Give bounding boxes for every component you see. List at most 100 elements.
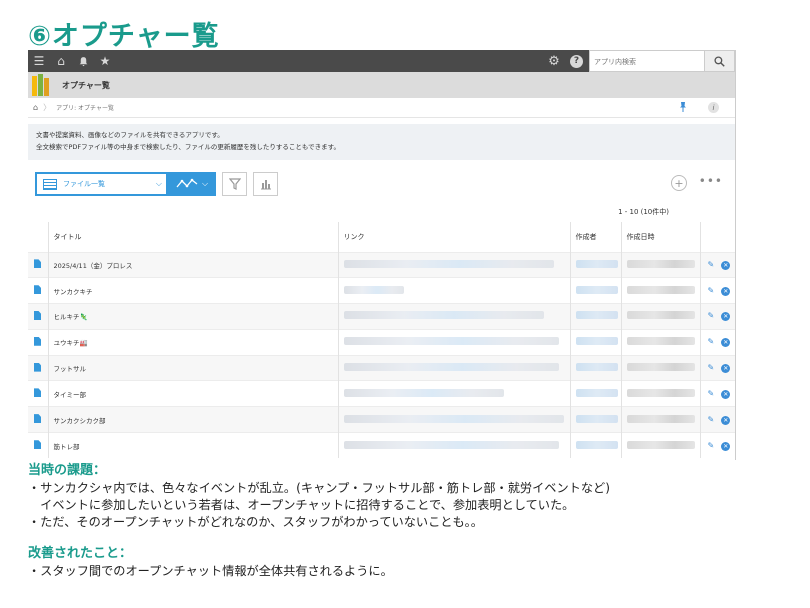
search-button[interactable] — [705, 50, 735, 72]
row-title[interactable]: ヒルキチ🦎 — [47, 303, 338, 330]
info-icon[interactable]: i — [708, 102, 719, 113]
edit-icon[interactable]: ✎ — [708, 260, 715, 269]
menu-icon[interactable]: ☰ — [28, 50, 50, 72]
file-icon — [34, 310, 41, 320]
line-graph-icon — [176, 178, 198, 188]
row-date-redacted — [620, 251, 700, 278]
row-creator-redacted — [569, 432, 621, 459]
table-row[interactable]: ユウキチ🏭 ✎ ✕ — [28, 328, 735, 356]
edit-icon[interactable]: ✎ — [708, 415, 715, 424]
row-title[interactable]: サンカクキチ — [47, 277, 338, 304]
row-title[interactable]: 筋トレ部 — [47, 432, 338, 459]
issue-line: イベントに参加したいという若者は、オープンチャットに招待することで、参加表明とし… — [28, 498, 575, 512]
table-body: 2025/4/11（金）プロレス ✎ ✕ サンカクキチ ✎ ✕ ヒルキチ🦎 ✎ ✕ ユウキチ🏭 ✎ ✕… — [28, 251, 735, 459]
chevron-down-icon: ⌵ — [201, 179, 209, 188]
search-input[interactable]: アプリ内検索 — [589, 50, 705, 72]
app-icon — [30, 72, 52, 98]
pin-icon[interactable] — [679, 102, 687, 115]
description-line: 全文検索でPDFファイル等の中身まで検索したり、ファイルの更新履歴を残したりする… — [36, 143, 340, 151]
row-link-redacted — [337, 406, 570, 433]
edit-icon[interactable]: ✎ — [708, 286, 715, 295]
table-row[interactable]: 筋トレ部 ✎ ✕ — [28, 432, 735, 459]
delete-icon[interactable]: ✕ — [721, 415, 731, 425]
gear-icon[interactable]: ⚙ — [544, 54, 564, 69]
more-options-icon[interactable]: ••• — [699, 174, 723, 188]
row-creator-redacted — [569, 328, 621, 356]
row-title[interactable]: フットサル — [47, 354, 338, 381]
edit-icon[interactable]: ✎ — [708, 389, 715, 398]
file-icon — [34, 440, 41, 450]
breadcrumb-separator: 〉 — [43, 103, 52, 112]
delete-icon[interactable]: ✕ — [721, 389, 731, 399]
row-creator-redacted — [569, 380, 621, 407]
edit-icon[interactable]: ✎ — [708, 311, 715, 320]
edit-icon[interactable]: ✎ — [708, 441, 715, 450]
global-header: ☰ ⌂ ★ ⚙ ? アプリ内検索 — [28, 50, 735, 72]
table-row[interactable]: 2025/4/11（金）プロレス ✎ ✕ — [28, 251, 735, 278]
row-link-redacted — [337, 251, 570, 278]
table-row[interactable]: フットサル ✎ ✕ — [28, 354, 735, 381]
breadcrumb-home-icon[interactable]: ⌂ — [33, 103, 38, 112]
issue-heading: 当時の課題： — [28, 463, 107, 478]
filter-button[interactable] — [222, 172, 247, 196]
edit-icon[interactable]: ✎ — [708, 363, 715, 372]
app-description: 文書や提案資料、画像などのファイルを共有できるアプリです。 全文検索でPDFファ… — [28, 124, 735, 160]
breadcrumb-path[interactable]: アプリ: オプチャー覧 — [56, 103, 114, 112]
description-line: 文書や提案資料、画像などのファイルを共有できるアプリです。 — [36, 131, 224, 139]
table-row[interactable]: タイミー部 ✎ ✕ — [28, 380, 735, 407]
column-header-link[interactable]: リンク — [337, 222, 570, 252]
file-icon — [34, 362, 41, 372]
table-header-row: タイトル リンク 作成者 作成日時 — [28, 222, 735, 252]
improvement-heading: 改善されたこと： — [28, 546, 133, 561]
search-icon — [714, 55, 725, 67]
delete-icon[interactable]: ✕ — [721, 286, 731, 296]
row-title[interactable]: ユウキチ🏭 — [47, 328, 338, 356]
row-title[interactable]: タイミー部 — [47, 380, 338, 407]
improvement-line: ・スタッフ間でのオープンチャット情報が全体共有されるように。 — [28, 564, 393, 578]
bell-icon[interactable] — [72, 50, 94, 72]
column-header-creator[interactable]: 作成者 — [569, 222, 621, 252]
slide-title: ⑥オプチャー覧 — [28, 21, 220, 52]
app-screenshot: ☰ ⌂ ★ ⚙ ? アプリ内検索 オプチャー覧 ⌂ 〉 アプリ: オプチャー覧 … — [28, 50, 736, 460]
row-creator-redacted — [569, 354, 621, 381]
notes-section: 当時の課題： ・サンカクシャ内では、色々なイベントが乱立。(キャンプ・フットサル… — [28, 462, 788, 580]
file-icon — [34, 388, 41, 398]
row-title[interactable]: サンカクシカク部 — [47, 406, 338, 433]
column-header-created-at[interactable]: 作成日時 — [620, 222, 700, 252]
delete-icon[interactable]: ✕ — [721, 441, 731, 451]
row-link-redacted — [337, 303, 570, 330]
list-toolbar: ファイル一覧 ⌵ ⌵ + ••• — [28, 166, 735, 202]
delete-icon[interactable]: ✕ — [721, 312, 731, 322]
star-icon[interactable]: ★ — [94, 50, 116, 72]
help-icon[interactable]: ? — [570, 54, 583, 68]
row-date-redacted — [620, 277, 700, 304]
delete-icon[interactable]: ✕ — [721, 338, 731, 348]
delete-icon[interactable]: ✕ — [721, 364, 731, 374]
row-link-redacted — [337, 380, 570, 407]
home-icon[interactable]: ⌂ — [50, 50, 72, 72]
graph-selector[interactable]: ⌵ — [168, 172, 216, 196]
row-link-redacted — [337, 354, 570, 381]
view-selector[interactable]: ファイル一覧 ⌵ — [35, 172, 168, 196]
row-creator-redacted — [569, 277, 621, 304]
row-date-redacted — [620, 432, 700, 459]
row-title[interactable]: 2025/4/11（金）プロレス — [47, 251, 338, 278]
record-table: タイトル リンク 作成者 作成日時 2025/4/11（金）プロレス ✎ ✕ サンカク… — [28, 222, 735, 459]
edit-icon[interactable]: ✎ — [708, 337, 715, 346]
chevron-down-icon: ⌵ — [155, 179, 162, 188]
row-link-redacted — [337, 277, 570, 304]
table-row[interactable]: ヒルキチ🦎 ✎ ✕ — [28, 303, 735, 330]
table-row[interactable]: サンカクシカク部 ✎ ✕ — [28, 406, 735, 433]
add-record-button[interactable]: + — [671, 175, 687, 191]
app-title: オプチャー覧 — [62, 80, 110, 90]
view-selector-label: ファイル一覧 — [63, 180, 105, 188]
row-date-redacted — [620, 303, 700, 330]
breadcrumb: ⌂ 〉 アプリ: オプチャー覧 i — [28, 98, 735, 118]
delete-icon[interactable]: ✕ — [721, 260, 731, 270]
table-row[interactable]: サンカクキチ ✎ ✕ — [28, 277, 735, 304]
row-link-redacted — [337, 328, 570, 356]
column-header-title[interactable]: タイトル — [47, 222, 338, 252]
graph-button[interactable] — [253, 172, 278, 196]
pagination-info: 1 - 10 (10件中) — [618, 208, 669, 216]
bar-chart-icon — [260, 180, 271, 190]
